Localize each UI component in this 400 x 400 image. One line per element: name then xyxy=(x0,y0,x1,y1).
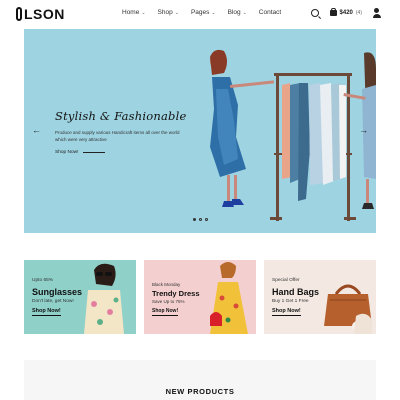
chevron-down-icon: ⌄ xyxy=(174,9,179,16)
banner-subtitle: Don't late, get Now! xyxy=(32,299,74,304)
search-icon[interactable] xyxy=(310,8,320,18)
banner-image xyxy=(84,263,124,334)
hero-slider: Stylish & Fashionable Produce and supply… xyxy=(24,29,376,233)
nav-item-shop[interactable]: Shop ⌄ xyxy=(158,9,179,16)
banner-shop-now-button[interactable]: Shop Now! xyxy=(272,308,301,316)
cart-button[interactable]: $420 (4) xyxy=(329,7,362,16)
shopping-bag-icon xyxy=(329,7,337,16)
nav-item-label: Home xyxy=(122,9,140,16)
logo[interactable]: LSON xyxy=(16,5,65,23)
banner-small-text: Black Monday xyxy=(152,282,181,287)
banner-title: Hand Bags xyxy=(272,287,320,297)
arrow-right-icon[interactable]: → xyxy=(359,126,368,135)
logo-mark-icon xyxy=(16,7,22,21)
nav-item-label: Blog xyxy=(227,9,241,16)
banner-sunglasses[interactable]: Upto 65% Sunglasses Don't late, get Now!… xyxy=(24,260,136,334)
slider-dot-2[interactable] xyxy=(199,218,202,221)
banner-shop-now-button[interactable]: Shop Now! xyxy=(152,308,179,316)
hero-title: Stylish & Fashionable xyxy=(55,109,187,123)
hero-description: Produce and supply various Handicraft it… xyxy=(55,130,180,142)
banner-small-text: Special Offer xyxy=(272,278,300,283)
underline-decoration xyxy=(83,152,106,153)
nav-item-blog[interactable]: Blog ⌄ xyxy=(228,9,247,16)
model-illustration xyxy=(210,49,275,207)
site-header: LSON Home ⌄ Shop ⌄ Pages ⌄ Blog ⌄ Contac… xyxy=(0,0,400,28)
section-title: NEW PRODUCTS xyxy=(165,387,235,396)
cart-count: (4) xyxy=(355,10,362,16)
cart-price: $420 xyxy=(339,10,353,16)
nav-item-label: Pages xyxy=(190,9,210,16)
chevron-down-icon: ⌄ xyxy=(211,9,216,16)
slider-dot-1[interactable] xyxy=(193,218,196,221)
new-products-section: NEW PRODUCTS xyxy=(24,360,376,400)
banner-subtitle: Buy 1 Get 1 Free xyxy=(272,299,309,304)
banner-image xyxy=(324,284,372,334)
logo-text: LSON xyxy=(24,6,65,22)
chevron-down-icon: ⌄ xyxy=(141,9,146,16)
hero-link-label: Shop Now! xyxy=(55,150,79,155)
banner-hand-bags[interactable]: Special Offer Hand Bags Buy 1 Get 1 Free… xyxy=(264,260,376,334)
header-actions: $420 (4) xyxy=(310,7,382,18)
slider-dots xyxy=(193,218,208,221)
chevron-down-icon: ⌄ xyxy=(242,9,247,16)
nav-item-contact[interactable]: Contact xyxy=(259,9,281,16)
main-nav: Home ⌄ Shop ⌄ Pages ⌄ Blog ⌄ Contact xyxy=(122,9,281,16)
nav-item-pages[interactable]: Pages ⌄ xyxy=(191,9,216,16)
banner-shop-now-button[interactable]: Shop Now! xyxy=(32,308,61,316)
banner-title: Sunglasses xyxy=(32,287,83,297)
nav-item-label: Shop xyxy=(157,9,173,16)
banner-subtitle: Save Up to 75% xyxy=(152,299,185,304)
slider-dot-3[interactable] xyxy=(205,218,208,221)
clothing-rack-illustration xyxy=(270,73,356,221)
banner-small-text: Upto 65% xyxy=(32,278,54,283)
user-icon[interactable] xyxy=(372,8,382,18)
nav-item-label: Contact xyxy=(258,9,282,16)
banner-trendy-dress[interactable]: Black Monday Trendy Dress Save Up to 75%… xyxy=(144,260,256,334)
hero-shop-now-link[interactable]: Shop Now! xyxy=(55,150,106,155)
banner-title: Trendy Dress xyxy=(152,289,200,298)
nav-item-home[interactable]: Home ⌄ xyxy=(122,9,146,16)
arrow-left-icon[interactable]: ← xyxy=(32,126,41,135)
